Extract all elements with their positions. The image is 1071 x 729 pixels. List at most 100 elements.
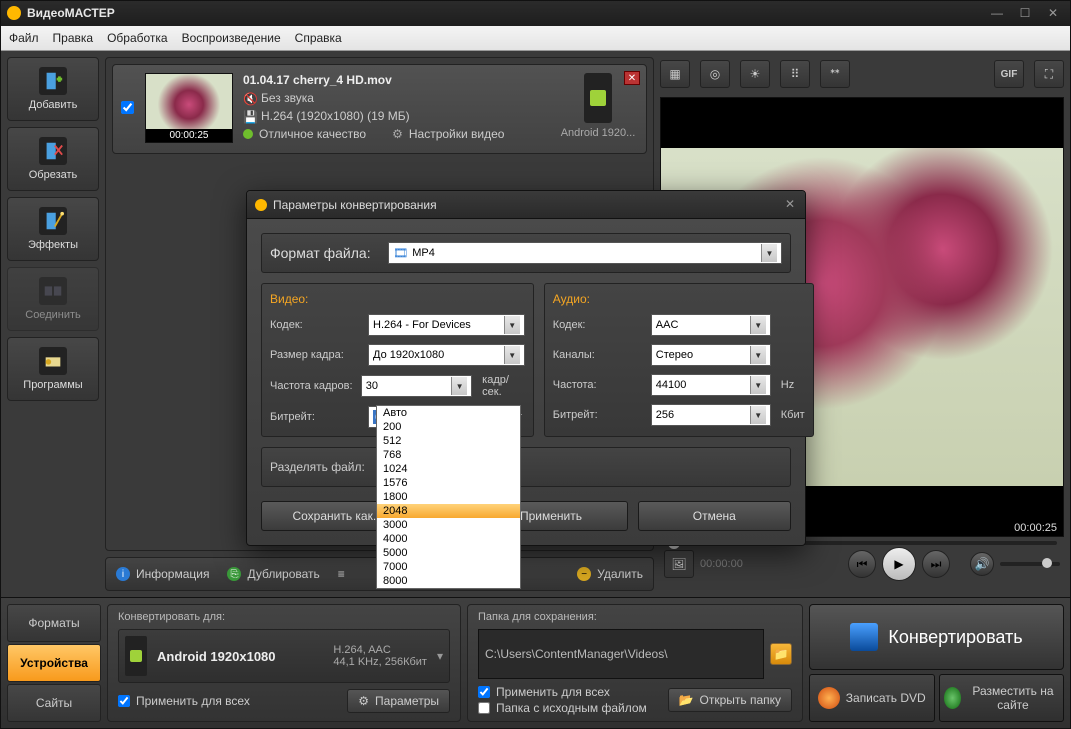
volume-icon[interactable]: 🔊	[970, 552, 994, 576]
snapshot-button[interactable]: 🖼	[664, 550, 694, 578]
join-icon	[39, 277, 67, 305]
menu-playback[interactable]: Воспроизведение	[182, 31, 281, 45]
bitrate-option[interactable]: 768	[377, 448, 520, 462]
no-audio-label: Без звука	[261, 91, 314, 105]
audio-codec-combo[interactable]: AAC▼	[651, 314, 771, 336]
burn-dvd-button[interactable]: Записать DVD	[809, 674, 935, 722]
quality-label: Отличное качество	[259, 127, 366, 141]
volume-slider[interactable]	[1000, 562, 1060, 566]
sidebar-add[interactable]: Добавить	[7, 57, 99, 121]
dialog-icon	[255, 199, 267, 211]
time-total: 00:00:25	[1014, 522, 1057, 534]
file-name: 01.04.17 cherry_4 HD.mov	[243, 73, 548, 87]
sidebar-effects[interactable]: Эффекты	[7, 197, 99, 261]
bitrate-option[interactable]: 7000	[377, 560, 520, 574]
minimize-button[interactable]: —	[986, 5, 1008, 21]
split-label: Разделять файл:	[270, 460, 370, 474]
bitrate-option[interactable]: 1024	[377, 462, 520, 476]
format-combo[interactable]: 🎞 MP4 ▼	[388, 242, 782, 264]
file-checkbox[interactable]	[121, 101, 134, 114]
duration-label: 00:00:25	[146, 129, 232, 142]
menu-help[interactable]: Справка	[295, 31, 342, 45]
bitrate-option[interactable]: 1800	[377, 490, 520, 504]
info-icon: i	[116, 567, 130, 581]
brightness-tool-icon[interactable]: ☀	[740, 60, 770, 88]
audio-channels-combo[interactable]: Стерео▼	[651, 344, 771, 366]
mode-sites[interactable]: Сайты	[7, 684, 101, 722]
remove-file-button[interactable]: ✕	[624, 71, 640, 85]
close-button[interactable]: ✕	[1042, 5, 1064, 21]
app-title: ВидеоМАСТЕР	[27, 6, 115, 20]
bitrate-option[interactable]: Авто	[377, 406, 520, 420]
bitrate-option[interactable]: 5000	[377, 546, 520, 560]
menu-file[interactable]: Файл	[9, 31, 39, 45]
device-selector[interactable]: Android 1920x1080 H.264, AAC 44,1 KHz, 2…	[118, 629, 450, 683]
video-settings-link[interactable]: Настройки видео	[409, 127, 505, 141]
params-button[interactable]: ⚙Параметры	[347, 689, 450, 713]
speed-tool-icon[interactable]: ᕯ	[820, 60, 850, 88]
bitrate-option[interactable]: 200	[377, 420, 520, 434]
video-codec-combo[interactable]: H.264 - For Devices▼	[368, 314, 525, 336]
frame-size-combo[interactable]: До 1920x1080▼	[368, 344, 525, 366]
same-folder-checkbox[interactable]: Папка с исходным файлом	[478, 701, 658, 715]
bitrate-dropdown[interactable]: Авто200512768102415761800204830004000500…	[376, 405, 521, 589]
bitrate-option[interactable]: 2048	[377, 504, 520, 518]
preview-toolbar: ▦ ◎ ☀ ⠿ ᕯ GIF ⛶	[660, 57, 1064, 91]
sidebar-join: Соединить	[7, 267, 99, 331]
diskette-icon: 💾	[243, 110, 255, 122]
add-icon	[39, 67, 67, 95]
play-button[interactable]: ▶	[882, 547, 916, 581]
crop-tool-icon[interactable]: ▦	[660, 60, 690, 88]
chevron-down-icon: ▼	[761, 244, 777, 262]
file-thumbnail[interactable]: 00:00:25	[145, 73, 233, 143]
file-item[interactable]: 00:00:25 01.04.17 cherry_4 HD.mov 🔇Без з…	[112, 64, 647, 154]
bitrate-option[interactable]: 1576	[377, 476, 520, 490]
convert-button[interactable]: Конвертировать	[809, 604, 1064, 670]
duplicate-button[interactable]: ⎘Дублировать	[227, 567, 319, 581]
key-icon	[39, 347, 67, 375]
save-folder-label: Папка для сохранения:	[478, 611, 792, 623]
bitrate-option[interactable]: 8000	[377, 574, 520, 588]
device-name: Android 1920x1080	[157, 649, 323, 664]
sidebar-programs[interactable]: Программы	[7, 337, 99, 401]
open-folder-button[interactable]: 📂Открыть папку	[668, 688, 792, 712]
prev-button[interactable]: ⏮	[848, 550, 876, 578]
menu-bar: Файл Правка Обработка Воспроизведение Сп…	[1, 26, 1070, 51]
sidebar: Добавить Обрезать Эффекты Соединить Прог…	[7, 57, 99, 591]
info-button[interactable]: iИнформация	[116, 567, 209, 581]
mode-formats[interactable]: Форматы	[7, 604, 101, 642]
publish-button[interactable]: Разместить на сайте	[939, 674, 1065, 722]
format-label: Формат файла:	[270, 245, 378, 261]
sidebar-join-label: Соединить	[25, 309, 81, 321]
mode-devices[interactable]: Устройства	[7, 644, 101, 682]
dialog-close-button[interactable]: ✕	[781, 196, 799, 212]
bitrate-option[interactable]: 4000	[377, 532, 520, 546]
convert-for-label: Конвертировать для:	[118, 611, 450, 623]
bitrate-option[interactable]: 512	[377, 434, 520, 448]
menu-process[interactable]: Обработка	[107, 31, 168, 45]
gear-icon[interactable]: ⚙	[392, 127, 403, 141]
next-button[interactable]: ⏭	[922, 550, 950, 578]
rotate-tool-icon[interactable]: ◎	[700, 60, 730, 88]
menu-edit[interactable]: Правка	[53, 31, 94, 45]
list-menu-button[interactable]: ≡	[338, 567, 345, 581]
gif-button[interactable]: GIF	[994, 60, 1024, 88]
text-tool-icon[interactable]: ⠿	[780, 60, 810, 88]
audio-bitrate-combo[interactable]: 256▼	[651, 404, 771, 426]
apply-all-save-checkbox[interactable]: Применить для всех	[478, 685, 658, 699]
browse-folder-button[interactable]: 📁	[770, 643, 792, 665]
audio-freq-combo[interactable]: 44100▼	[651, 374, 771, 396]
fullscreen-button[interactable]: ⛶	[1034, 60, 1064, 88]
maximize-button[interactable]: ☐	[1014, 5, 1036, 21]
apply-all-checkbox[interactable]: Применить для всех	[118, 694, 250, 708]
save-path[interactable]: C:\Users\ContentManager\Videos\	[478, 629, 764, 679]
cancel-button[interactable]: Отмена	[638, 501, 791, 531]
gear-icon: ⚙	[358, 694, 369, 708]
bitrate-option[interactable]: 3000	[377, 518, 520, 532]
fps-combo[interactable]: 30▼	[361, 375, 472, 397]
dialog-title: Параметры конвертирования	[273, 198, 437, 212]
mp4-icon: 🎞	[393, 246, 408, 260]
sidebar-cut[interactable]: Обрезать	[7, 127, 99, 191]
delete-button[interactable]: −Удалить	[577, 567, 643, 581]
sidebar-programs-label: Программы	[23, 379, 82, 391]
